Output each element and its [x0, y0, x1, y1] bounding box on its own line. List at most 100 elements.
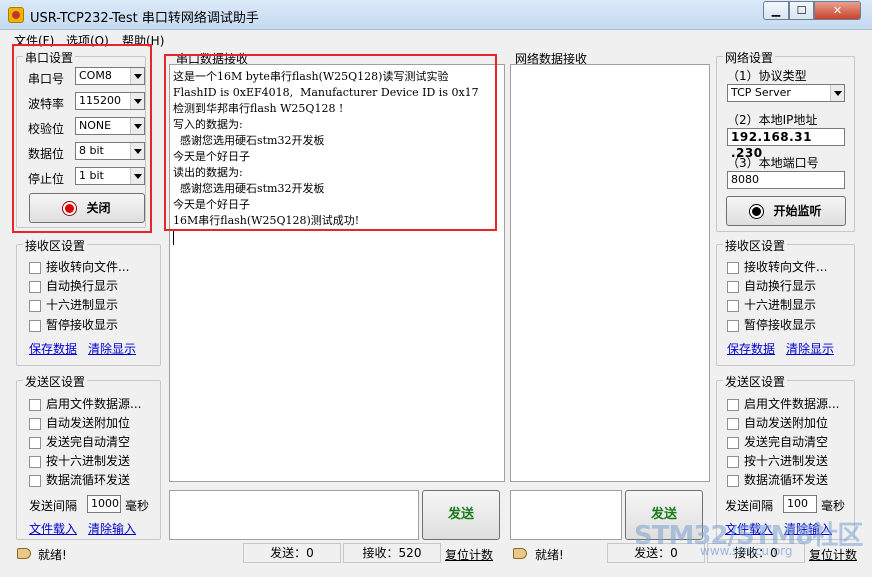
- left-sent-count: 发送：0: [243, 543, 341, 563]
- left-recv-option-label: 十六进制显示: [46, 298, 119, 312]
- protocol-value: TCP Server: [731, 86, 791, 99]
- network-receive-textarea[interactable]: [510, 64, 710, 482]
- right-recv-option-label: 接收转向文件...: [744, 260, 828, 274]
- right-send-option[interactable]: 自动发送附加位: [727, 414, 828, 431]
- databits-label: 数据位: [28, 147, 65, 161]
- left-interval-label: 发送间隔: [29, 499, 78, 513]
- network-send-textarea[interactable]: [510, 490, 622, 540]
- chevron-down-icon: [130, 143, 144, 159]
- checkbox-icon: [29, 398, 41, 411]
- left-recv-option[interactable]: 暂停接收显示: [29, 316, 118, 333]
- left-recv-option-label: 自动换行显示: [46, 279, 119, 293]
- left-interval-input[interactable]: 1000: [87, 495, 121, 513]
- left-send-option[interactable]: 数据流循环发送: [29, 471, 130, 488]
- right-recv-option[interactable]: 暂停接收显示: [727, 316, 816, 333]
- right-send-option[interactable]: 数据流循环发送: [727, 471, 828, 488]
- start-listen-button[interactable]: 开始监听: [726, 196, 846, 226]
- port-value: COM8: [79, 69, 112, 82]
- menu-bar: 文件(F) 选项(O) 帮助(H): [0, 30, 872, 49]
- checkbox-icon: [727, 455, 739, 468]
- stopbits-select[interactable]: 1 bit: [75, 167, 145, 185]
- stopbits-value: 1 bit: [79, 169, 104, 182]
- right-send-option-label: 启用文件数据源...: [744, 397, 840, 411]
- checkbox-icon: [727, 417, 739, 430]
- left-send-option-label: 按十六进制发送: [46, 454, 131, 468]
- left-send-option[interactable]: 发送完自动清空: [29, 433, 130, 450]
- checkbox-icon: [29, 455, 41, 468]
- left-reset-count-link[interactable]: 复位计数: [445, 546, 493, 563]
- chevron-down-icon: [130, 93, 144, 109]
- parity-value: NONE: [79, 119, 112, 132]
- left-send-option-label: 数据流循环发送: [46, 473, 131, 487]
- right-send-option[interactable]: 启用文件数据源...: [727, 395, 839, 412]
- checkbox-icon: [29, 280, 41, 293]
- right-save-data-link[interactable]: 保存数据: [727, 340, 775, 357]
- chevron-down-icon: [130, 68, 144, 84]
- databits-value: 8 bit: [79, 144, 104, 157]
- left-send-option[interactable]: 按十六进制发送: [29, 452, 130, 469]
- left-received-count: 接收：520: [343, 543, 441, 563]
- left-clear-display-link[interactable]: 清除显示: [88, 340, 136, 357]
- parity-select[interactable]: NONE: [75, 117, 145, 135]
- protocol-select[interactable]: TCP Server: [727, 84, 845, 102]
- right-recv-option-label: 暂停接收显示: [744, 318, 817, 332]
- right-send-option[interactable]: 发送完自动清空: [727, 433, 828, 450]
- checkbox-icon: [29, 319, 41, 332]
- port-select[interactable]: COM8: [75, 67, 145, 85]
- left-clear-input-link[interactable]: 清除输入: [88, 520, 136, 537]
- start-listen-label: 开始监听: [773, 204, 822, 218]
- right-send-option-label: 数据流循环发送: [744, 473, 829, 487]
- chevron-down-icon: [130, 118, 144, 134]
- databits-select[interactable]: 8 bit: [75, 142, 145, 160]
- hand-icon: [17, 548, 31, 559]
- stopbits-label: 停止位: [28, 172, 65, 186]
- watermark-url: www.stmcu.org: [700, 544, 793, 558]
- ip-input[interactable]: 192.168.31 .230: [727, 128, 845, 160]
- left-send-option[interactable]: 自动发送附加位: [29, 414, 130, 431]
- right-interval-input[interactable]: 100: [783, 495, 817, 513]
- title-bar: USR-TCP232-Test 串口转网络调试助手 ▁ ☐ ✕: [0, 0, 872, 30]
- right-send-option[interactable]: 按十六进制发送: [727, 452, 828, 469]
- minimize-button[interactable]: ▁: [763, 1, 789, 20]
- port-number-input[interactable]: 8080: [727, 171, 845, 189]
- serial-line: FlashID is 0xEF4018, Manufacturer Device…: [173, 86, 479, 99]
- left-send-option-label: 启用文件数据源...: [46, 397, 142, 411]
- checkbox-icon: [727, 474, 739, 487]
- right-recv-option-label: 自动换行显示: [744, 279, 817, 293]
- record-icon: [750, 205, 764, 218]
- baud-value: 115200: [79, 94, 121, 107]
- maximize-button[interactable]: ☐: [789, 1, 814, 20]
- checkbox-icon: [727, 299, 739, 312]
- right-clear-display-link[interactable]: 清除显示: [786, 340, 834, 357]
- left-recv-option[interactable]: 自动换行显示: [29, 277, 118, 294]
- serial-line: 16M串行flash(W25Q128)测试成功!: [173, 214, 360, 227]
- serial-send-textarea[interactable]: [169, 490, 419, 540]
- close-port-button[interactable]: 关闭: [29, 193, 145, 223]
- serial-receive-textarea[interactable]: 这是一个16M byte串行flash(W25Q128)读写测试实验 Flash…: [169, 64, 505, 482]
- left-recv-option[interactable]: 十六进制显示: [29, 296, 118, 313]
- port-number-label: （3）本地端口号: [727, 156, 819, 170]
- serial-line: 这是一个16M byte串行flash(W25Q128)读写测试实验: [173, 70, 449, 83]
- left-ready-status: 就绪!: [38, 548, 67, 562]
- left-save-data-link[interactable]: 保存数据: [29, 340, 77, 357]
- right-recv-option[interactable]: 接收转向文件...: [727, 258, 827, 275]
- menu-options[interactable]: 选项(O): [66, 32, 109, 49]
- baud-label: 波特率: [28, 97, 65, 111]
- left-send-option[interactable]: 启用文件数据源...: [29, 395, 141, 412]
- serial-receive-text: 这是一个16M byte串行flash(W25Q128)读写测试实验 Flash…: [173, 69, 479, 229]
- right-interval-label: 发送间隔: [725, 499, 774, 513]
- serial-line: 写入的数据为:: [173, 118, 243, 131]
- menu-file[interactable]: 文件(F): [14, 32, 54, 49]
- text-cursor: [173, 231, 174, 245]
- left-recv-option[interactable]: 接收转向文件...: [29, 258, 129, 275]
- right-recv-option[interactable]: 十六进制显示: [727, 296, 816, 313]
- menu-help[interactable]: 帮助(H): [122, 32, 164, 49]
- baud-select[interactable]: 115200: [75, 92, 145, 110]
- close-button[interactable]: ✕: [814, 1, 861, 20]
- left-send-settings-title: 发送区设置: [23, 373, 88, 390]
- left-recv-option-label: 暂停接收显示: [46, 318, 119, 332]
- right-recv-option[interactable]: 自动换行显示: [727, 277, 816, 294]
- serial-line: 读出的数据为:: [173, 166, 243, 179]
- serial-send-button[interactable]: 发送: [422, 490, 500, 540]
- left-file-load-link[interactable]: 文件载入: [29, 520, 77, 537]
